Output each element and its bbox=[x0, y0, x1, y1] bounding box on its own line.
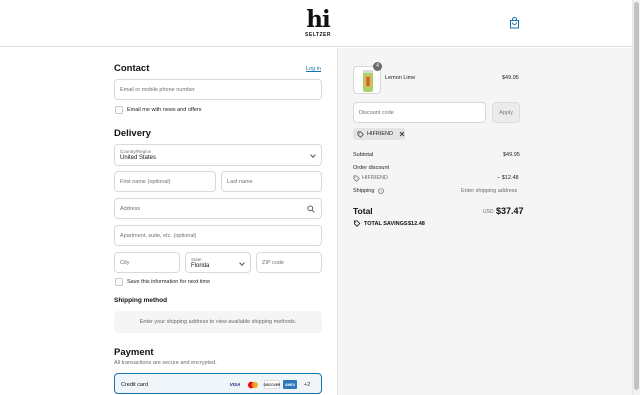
discover-icon: DISCOVER bbox=[264, 380, 280, 389]
quantity-badge: 4 bbox=[373, 62, 382, 71]
zip-placeholder: ZIP code bbox=[262, 260, 284, 266]
checkout-header: hi SELTZER bbox=[0, 0, 632, 47]
savings-tag-icon bbox=[353, 220, 361, 227]
first-name-field[interactable]: First name (optional) bbox=[114, 171, 216, 192]
remove-discount-icon[interactable] bbox=[399, 131, 405, 137]
total-label: Total bbox=[353, 206, 373, 216]
tag-icon bbox=[353, 175, 360, 182]
credit-card-label: Credit card bbox=[121, 382, 148, 388]
first-name-placeholder: First name (optional) bbox=[120, 179, 171, 185]
applied-discount-chip: HIFRIEND bbox=[353, 128, 405, 140]
state-label: State bbox=[191, 257, 202, 262]
payment-title: Payment bbox=[114, 347, 154, 358]
logo-subtitle: SELTZER bbox=[305, 32, 331, 38]
city-field[interactable]: City bbox=[114, 252, 180, 273]
zip-field[interactable]: ZIP code bbox=[256, 252, 322, 273]
email-field[interactable]: Email or mobile phone number bbox=[114, 79, 322, 100]
country-label: Country/Region bbox=[120, 149, 152, 154]
newsletter-checkbox[interactable] bbox=[115, 106, 123, 114]
save-info-checkbox[interactable] bbox=[115, 278, 123, 286]
amex-icon: AMEX bbox=[283, 380, 297, 389]
shipping-method-message: Enter your shipping address to view avai… bbox=[114, 311, 322, 333]
state-select[interactable]: State Florida bbox=[185, 252, 251, 273]
total-savings-value: $12.48 bbox=[408, 221, 425, 227]
chevron-down-icon bbox=[310, 152, 316, 158]
subtotal-value: $49.95 bbox=[503, 152, 520, 158]
tag-icon bbox=[357, 131, 364, 138]
newsletter-label: Email me with news and offers bbox=[127, 107, 202, 113]
scrollbar-thumb[interactable] bbox=[634, 2, 639, 390]
delivery-title: Delivery bbox=[114, 128, 151, 139]
last-name-placeholder: Last name bbox=[227, 179, 253, 185]
more-cards-count: +2 bbox=[304, 382, 311, 388]
address-field[interactable]: Address bbox=[114, 198, 322, 219]
discount-code-name: HIFRIEND bbox=[362, 175, 388, 181]
discount-code-field[interactable]: Discount code bbox=[353, 102, 486, 123]
mastercard-icon bbox=[246, 380, 260, 389]
order-discount-label: Order discount bbox=[353, 165, 390, 171]
state-value: Florida bbox=[191, 263, 210, 269]
payment-security-note: All transactions are secure and encrypte… bbox=[114, 360, 217, 366]
save-info-label: Save this information for next time bbox=[127, 279, 211, 285]
applied-code-label: HIFRIEND bbox=[367, 131, 393, 137]
product-price: $49.95 bbox=[502, 75, 519, 81]
search-icon[interactable] bbox=[307, 205, 315, 213]
total-currency: USD bbox=[483, 209, 494, 215]
city-placeholder: City bbox=[120, 260, 130, 266]
apply-button[interactable]: Apply bbox=[492, 102, 520, 123]
page-scrollbar[interactable] bbox=[632, 0, 640, 395]
total-value: $37.47 bbox=[496, 206, 524, 216]
contact-title: Contact bbox=[114, 63, 150, 74]
discount-value: − $12.48 bbox=[497, 175, 519, 181]
apartment-placeholder: Apartment, suite, etc. (optional) bbox=[120, 233, 197, 239]
country-value: United States bbox=[120, 155, 157, 161]
chevron-down-icon bbox=[239, 260, 245, 266]
logo-wordmark: hi bbox=[306, 6, 330, 33]
login-link[interactable]: Log in bbox=[306, 66, 321, 72]
address-placeholder: Address bbox=[120, 206, 141, 212]
help-icon[interactable]: ? bbox=[378, 188, 384, 194]
shipping-value: Enter shipping address bbox=[461, 188, 518, 194]
visa-icon: VISA bbox=[229, 382, 241, 387]
brand-logo[interactable]: hi SELTZER bbox=[304, 6, 332, 41]
country-select[interactable]: Country/Region United States bbox=[114, 144, 322, 166]
subtotal-label: Subtotal bbox=[353, 152, 374, 158]
last-name-field[interactable]: Last name bbox=[221, 171, 322, 192]
shipping-label: Shipping bbox=[353, 188, 375, 194]
credit-card-option[interactable]: Credit card VISA DISCOVER AMEX +2 bbox=[114, 373, 322, 394]
svg-text:?: ? bbox=[380, 189, 382, 193]
product-name: Lemon Lime bbox=[385, 75, 416, 81]
shopping-bag-icon[interactable] bbox=[509, 17, 520, 29]
discount-placeholder: Discount code bbox=[359, 110, 394, 116]
email-placeholder: Email or mobile phone number bbox=[120, 87, 195, 93]
total-savings-label: TOTAL SAVINGS bbox=[364, 221, 408, 227]
shipping-method-title: Shipping method bbox=[114, 297, 168, 304]
apartment-field[interactable]: Apartment, suite, etc. (optional) bbox=[114, 225, 322, 246]
